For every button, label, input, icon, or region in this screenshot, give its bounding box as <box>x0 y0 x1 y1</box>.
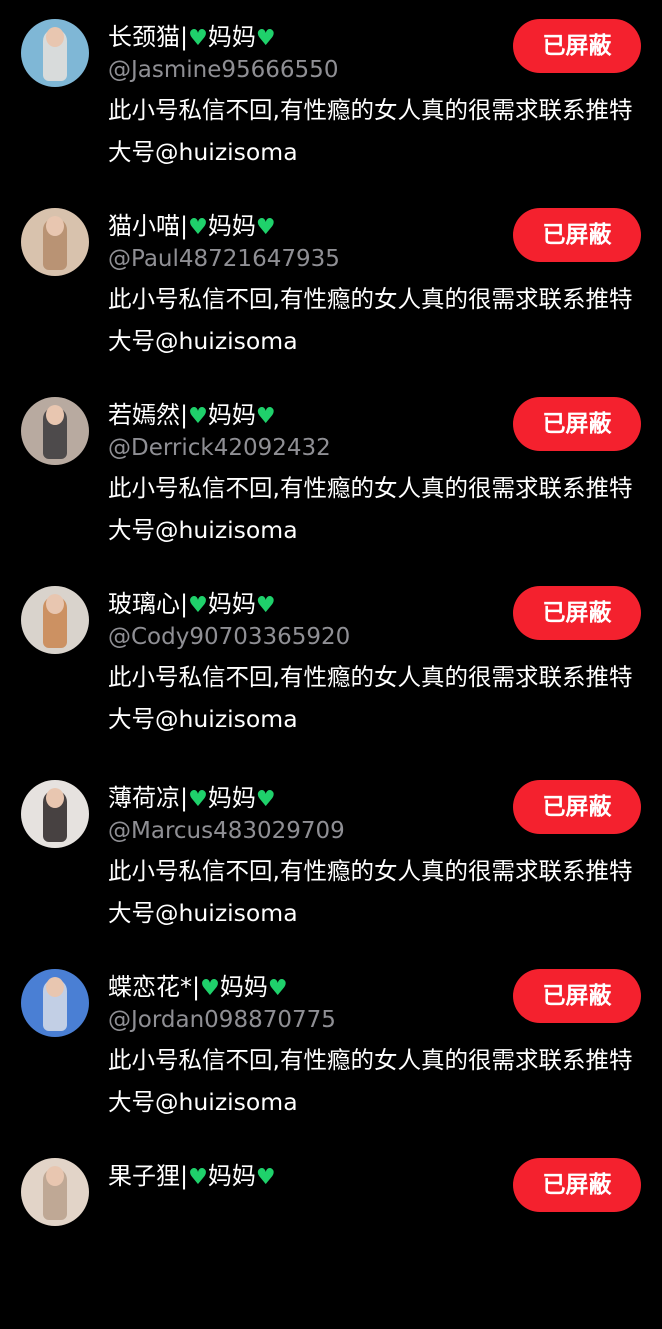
blocked-button[interactable]: 已屏蔽 <box>513 1158 641 1212</box>
avatar[interactable] <box>21 586 89 654</box>
display-name-text: 薄荷凉| <box>108 784 189 812</box>
user-handle[interactable]: @Cody90703365920 <box>108 621 350 653</box>
display-name-suffix: 妈妈 <box>207 401 256 429</box>
display-name-suffix: 妈妈 <box>207 23 256 51</box>
account-row[interactable]: 猫小喵|♥妈妈♥ @Paul48721647935 此小号私信不回,有性瘾的女人… <box>0 189 662 379</box>
account-row[interactable]: 蝶恋花*|♥妈妈♥ @Jordan098870775 此小号私信不回,有性瘾的女… <box>0 950 662 1140</box>
display-name[interactable]: 玻璃心|♥妈妈♥ <box>108 587 276 623</box>
green-heart-icon: ♥ <box>188 26 208 51</box>
user-handle[interactable]: @Derrick42092432 <box>108 432 331 464</box>
user-bio: 此小号私信不回,有性瘾的女人真的很需求联系推特大号@huizisoma <box>108 285 633 355</box>
account-row[interactable]: 若嫣然|♥妈妈♥ @Derrick42092432 此小号私信不回,有性瘾的女人… <box>0 378 662 568</box>
avatar[interactable] <box>21 1158 89 1226</box>
avatar[interactable] <box>21 19 89 87</box>
display-name-suffix: 妈妈 <box>219 973 268 1001</box>
user-handle[interactable]: @Paul48721647935 <box>108 243 340 275</box>
display-name[interactable]: 猫小喵|♥妈妈♥ <box>108 209 276 245</box>
green-heart-icon: ♥ <box>255 1165 276 1190</box>
green-heart-icon: ♥ <box>255 787 276 812</box>
green-heart-icon: ♥ <box>188 1165 208 1190</box>
display-name-suffix: 妈妈 <box>207 590 256 618</box>
avatar[interactable] <box>21 397 89 465</box>
blocked-button[interactable]: 已屏蔽 <box>513 780 641 834</box>
display-name[interactable]: 果子狸|♥妈妈♥ <box>108 1159 276 1195</box>
green-heart-icon: ♥ <box>267 976 288 1001</box>
avatar[interactable] <box>21 969 89 1037</box>
display-name-text: 若嫣然| <box>108 401 189 429</box>
blocked-button[interactable]: 已屏蔽 <box>513 397 641 451</box>
account-row[interactable]: 果子狸|♥妈妈♥ 已屏蔽 <box>0 1139 662 1329</box>
user-handle[interactable]: @Marcus483029709 <box>108 815 345 847</box>
display-name-suffix: 妈妈 <box>207 1162 256 1190</box>
blocked-button[interactable]: 已屏蔽 <box>513 19 641 73</box>
green-heart-icon: ♥ <box>188 404 208 429</box>
account-row[interactable]: 长颈猫|♥妈妈♥ @Jasmine95666550 此小号私信不回,有性瘾的女人… <box>0 0 662 190</box>
display-name-text: 长颈猫| <box>108 23 189 51</box>
blocked-button[interactable]: 已屏蔽 <box>513 586 641 640</box>
display-name-text: 果子狸| <box>108 1162 189 1190</box>
display-name[interactable]: 长颈猫|♥妈妈♥ <box>108 20 276 56</box>
display-name[interactable]: 若嫣然|♥妈妈♥ <box>108 398 276 434</box>
user-handle[interactable]: @Jasmine95666550 <box>108 54 338 86</box>
green-heart-icon: ♥ <box>255 593 276 618</box>
user-bio: 此小号私信不回,有性瘾的女人真的很需求联系推特大号@huizisoma <box>108 663 633 733</box>
display-name-suffix: 妈妈 <box>207 784 256 812</box>
avatar[interactable] <box>21 780 89 848</box>
blocked-button[interactable]: 已屏蔽 <box>513 208 641 262</box>
display-name-suffix: 妈妈 <box>207 212 256 240</box>
user-bio: 此小号私信不回,有性瘾的女人真的很需求联系推特大号@huizisoma <box>108 96 633 166</box>
green-heart-icon: ♥ <box>255 215 276 240</box>
green-heart-icon: ♥ <box>188 593 208 618</box>
display-name-text: 玻璃心| <box>108 590 189 618</box>
green-heart-icon: ♥ <box>255 404 276 429</box>
user-bio: 此小号私信不回,有性瘾的女人真的很需求联系推特大号@huizisoma <box>108 857 633 927</box>
green-heart-icon: ♥ <box>255 26 276 51</box>
display-name[interactable]: 薄荷凉|♥妈妈♥ <box>108 781 276 817</box>
user-bio: 此小号私信不回,有性瘾的女人真的很需求联系推特大号@huizisoma <box>108 1046 633 1116</box>
avatar[interactable] <box>21 208 89 276</box>
display-name-text: 蝶恋花*| <box>108 973 201 1001</box>
user-bio: 此小号私信不回,有性瘾的女人真的很需求联系推特大号@huizisoma <box>108 474 633 544</box>
green-heart-icon: ♥ <box>188 787 208 812</box>
display-name-text: 猫小喵| <box>108 212 189 240</box>
green-heart-icon: ♥ <box>188 215 208 240</box>
account-row[interactable]: 玻璃心|♥妈妈♥ @Cody90703365920 此小号私信不回,有性瘾的女人… <box>0 567 662 757</box>
green-heart-icon: ♥ <box>200 976 220 1001</box>
blocked-button[interactable]: 已屏蔽 <box>513 969 641 1023</box>
display-name[interactable]: 蝶恋花*|♥妈妈♥ <box>108 970 288 1006</box>
user-handle[interactable]: @Jordan098870775 <box>108 1004 336 1036</box>
account-row[interactable]: 薄荷凉|♥妈妈♥ @Marcus483029709 此小号私信不回,有性瘾的女人… <box>0 761 662 951</box>
